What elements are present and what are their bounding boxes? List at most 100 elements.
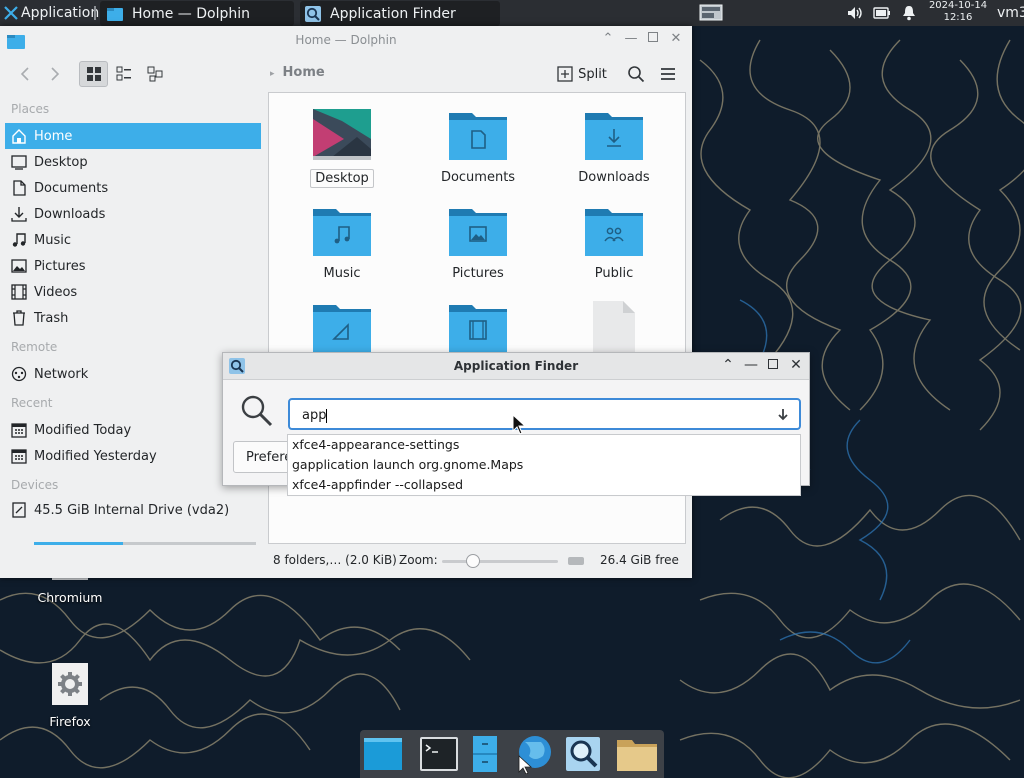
- maximize-icon[interactable]: [646, 32, 660, 46]
- music-note-icon: [12, 233, 26, 247]
- places-item-label: Modified Yesterday: [34, 448, 157, 464]
- dock-item-app-finder[interactable]: [562, 734, 604, 774]
- dock-item-file-manager[interactable]: [464, 734, 506, 774]
- places-item-label: Music: [34, 232, 71, 248]
- zoom-slider-track[interactable]: [442, 560, 558, 563]
- places-item-label: Videos: [34, 284, 78, 300]
- minimize-icon[interactable]: —: [624, 32, 638, 46]
- hamburger-menu-button[interactable]: [656, 61, 680, 87]
- dolphin-titlebar[interactable]: Home — Dolphin ⌃ — ✕: [0, 26, 692, 56]
- places-item-downloads[interactable]: Downloads: [5, 201, 261, 227]
- places-item-documents[interactable]: Documents: [5, 175, 261, 201]
- user-menu[interactable]: vm3: [997, 0, 1024, 26]
- download-icon: [11, 207, 27, 222]
- autocomplete-list: xfce4-appearance-settings gapplication l…: [287, 434, 801, 496]
- icons-view-button[interactable]: [79, 61, 108, 87]
- notification-bell-icon[interactable]: [899, 0, 919, 26]
- magnifier-icon: [566, 737, 600, 771]
- places-item-drive[interactable]: 45.5 GiB Internal Drive (vda2): [5, 497, 261, 523]
- places-item-label: Downloads: [34, 206, 106, 222]
- places-item-music[interactable]: Music: [5, 227, 261, 253]
- workspace-switcher[interactable]: [698, 0, 724, 26]
- dock-item-folder[interactable]: [616, 734, 658, 774]
- folder-documents-icon: [448, 109, 508, 161]
- file-item-file[interactable]: [554, 301, 674, 353]
- clock-date: 2024-10-14: [928, 0, 988, 11]
- details-view-button[interactable]: [143, 61, 167, 87]
- breadcrumb[interactable]: ▸ Home: [270, 65, 325, 80]
- zoom-slider-handle[interactable]: [466, 554, 480, 568]
- zoom-label: Zoom:: [399, 553, 438, 567]
- places-item-trash[interactable]: Trash: [5, 305, 261, 331]
- split-button[interactable]: Split: [554, 61, 610, 87]
- folder-downloads-icon: [584, 109, 644, 161]
- desktop-icon: [11, 155, 27, 170]
- close-icon[interactable]: ✕: [669, 32, 683, 46]
- autocomplete-item[interactable]: gapplication launch org.gnome.Maps: [288, 455, 800, 475]
- places-item-home[interactable]: Home: [5, 123, 261, 149]
- dock-item-browser[interactable]: [512, 734, 554, 774]
- search-icon: [628, 66, 645, 83]
- app-finder-search-input[interactable]: app: [288, 398, 801, 430]
- arrow-down-icon[interactable]: [777, 408, 789, 422]
- file-item-public[interactable]: Public: [554, 205, 674, 282]
- compact-view-icon: [116, 66, 131, 81]
- keep-above-icon[interactable]: ⌃: [601, 32, 615, 46]
- desktop-folder-icon: [312, 109, 372, 161]
- dock-item-show-desktop[interactable]: [362, 734, 404, 774]
- file-item-pictures[interactable]: Pictures: [418, 205, 538, 282]
- applications-menu-button[interactable]: Applications: [4, 0, 107, 26]
- autocomplete-item[interactable]: xfce4-appfinder --collapsed: [288, 475, 800, 495]
- places-item-videos[interactable]: Videos: [5, 279, 261, 305]
- file-item-label: Downloads: [578, 170, 650, 185]
- minimize-icon[interactable]: —: [744, 358, 758, 372]
- window-title: Home — Dolphin: [295, 33, 397, 47]
- preferences-button[interactable]: Preferences: [233, 441, 295, 473]
- maximize-icon[interactable]: [766, 358, 780, 372]
- grid-view-icon: [86, 67, 101, 81]
- autocomplete-item[interactable]: xfce4-appearance-settings: [288, 435, 800, 455]
- show-desktop-icon: [364, 738, 402, 770]
- drive-usage-bar: [34, 542, 256, 545]
- taskbar-item-dolphin[interactable]: Home — Dolphin: [100, 1, 294, 26]
- file-item-label: Pictures: [452, 266, 504, 281]
- places-item-label: Trash: [34, 310, 69, 326]
- dock-item-terminal[interactable]: [418, 734, 460, 774]
- home-icon: [12, 129, 26, 144]
- desktop-icon-label: Chromium: [37, 590, 103, 605]
- taskbar-item-app-finder[interactable]: Application Finder: [300, 1, 500, 26]
- text-cursor: [326, 408, 328, 423]
- gear-icon: [52, 663, 88, 705]
- tree-view-icon: [147, 66, 163, 82]
- app-finder-titlebar[interactable]: Application Finder ⌃ — ✕: [223, 353, 809, 380]
- compact-view-button[interactable]: [112, 61, 136, 87]
- chevron-right-icon: ▸: [270, 69, 275, 79]
- file-item-desktop[interactable]: Desktop: [282, 109, 402, 188]
- file-item-videos[interactable]: [418, 301, 538, 353]
- volume-icon[interactable]: [845, 0, 865, 26]
- clock-time: 12:16: [943, 12, 973, 23]
- battery-icon[interactable]: [872, 0, 892, 26]
- search-button[interactable]: [624, 61, 648, 87]
- back-button[interactable]: [14, 61, 36, 87]
- section-places: Places: [11, 102, 50, 116]
- places-item-desktop[interactable]: Desktop: [5, 149, 261, 175]
- file-item-documents[interactable]: Documents: [418, 109, 538, 186]
- split-label: Split: [578, 66, 607, 82]
- forward-button[interactable]: [44, 61, 66, 87]
- clock[interactable]: 2024-10-14 12:16: [925, 0, 991, 24]
- folder-icon: [107, 7, 123, 21]
- file-item-templates[interactable]: [282, 301, 402, 353]
- chevron-up-icon[interactable]: ⌃: [721, 358, 735, 372]
- places-item-pictures[interactable]: Pictures: [5, 253, 261, 279]
- file-item-downloads[interactable]: Downloads: [554, 109, 674, 186]
- file-cabinet-icon: [473, 736, 497, 772]
- desktop-icon-firefox[interactable]: Firefox: [30, 660, 110, 730]
- close-icon[interactable]: ✕: [789, 358, 803, 372]
- film-icon: [11, 284, 27, 300]
- section-recent: Recent: [11, 396, 53, 410]
- user-label: vm3: [997, 5, 1024, 21]
- places-item-label: Home: [34, 128, 73, 144]
- file-item-music[interactable]: Music: [282, 205, 402, 282]
- dolphin-toolbar: Split: [0, 56, 692, 92]
